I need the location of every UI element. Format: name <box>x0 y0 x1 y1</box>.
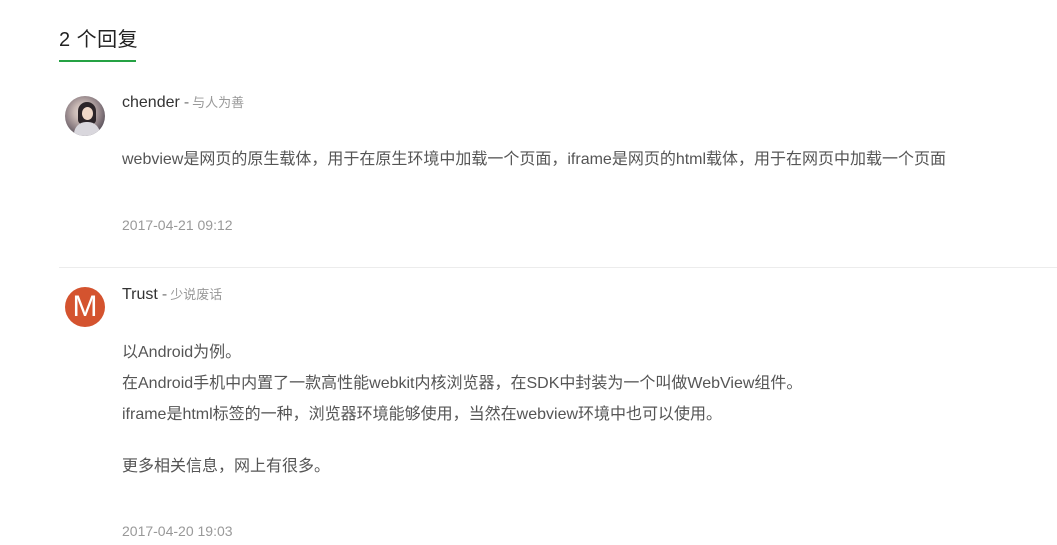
author-name-link[interactable]: chender <box>122 94 180 111</box>
avatar-letter: M <box>72 290 98 323</box>
reply-paragraph: 以Android为例。 <box>122 344 242 361</box>
reply-paragraph: iframe是html标签的一种，浏览器环境能够使用，当然在webview环境中… <box>122 406 723 423</box>
replies-tab[interactable]: 2 个回复 <box>59 26 138 62</box>
reply-divider <box>59 267 1057 268</box>
reply-paragraph: 在Android手机中内置了一款高性能webkit内核浏览器，在SDK中封装为一… <box>122 375 803 392</box>
author-signature: 少说废话 <box>170 287 223 302</box>
author-line: Trust - 少说废话 <box>122 285 222 305</box>
tab-active-underline <box>59 60 136 62</box>
reply-paragraph: webview是网页的原生载体，用于在原生环境中加载一个页面，iframe是网页… <box>122 151 947 168</box>
reply-timestamp: 2017-04-21 09:12 <box>122 217 233 233</box>
reply-content: 以Android为例。 在Android手机中内置了一款高性能webkit内核浏… <box>122 337 1037 482</box>
reply-content: webview是网页的原生载体，用于在原生环境中加载一个页面，iframe是网页… <box>122 144 1037 175</box>
user-avatar-icon[interactable] <box>65 96 105 136</box>
replies-count-title[interactable]: 2 个回复 <box>59 26 138 54</box>
author-name-link[interactable]: Trust <box>122 286 158 303</box>
replies-page: 2 个回复 chender - 与人为善 webview是网页的原生载体，用于在原生… <box>0 0 1057 545</box>
author-signature: 与人为善 <box>192 95 245 110</box>
user-avatar-icon[interactable]: M <box>65 287 105 327</box>
reply-timestamp: 2017-04-20 19:03 <box>122 523 233 539</box>
reply-paragraph: 更多相关信息，网上有很多。 <box>122 458 331 475</box>
author-line: chender - 与人为善 <box>122 93 244 113</box>
author-separator: - <box>183 94 190 111</box>
author-separator: - <box>161 286 168 303</box>
